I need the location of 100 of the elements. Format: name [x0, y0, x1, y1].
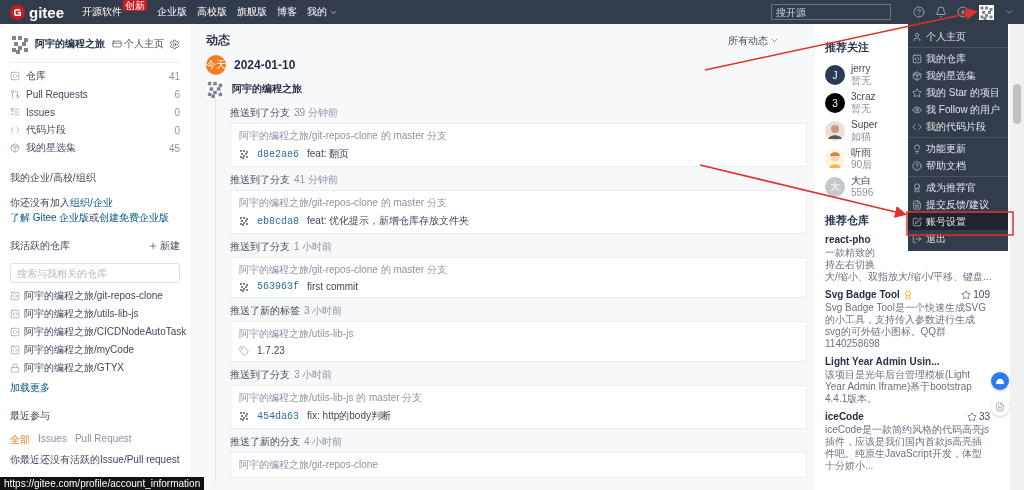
event-action: 推送到了分支 — [230, 241, 290, 252]
section-title: 我的企业/高校/组织 — [10, 171, 96, 185]
day-badge: 今天 — [206, 55, 226, 75]
logo-text[interactable]: gitee — [29, 3, 64, 21]
repo-link[interactable]: react-pho — [825, 234, 871, 245]
org-note: 了解 Gitee 企业版或创建免费企业版 — [10, 211, 171, 225]
repo-line: 阿宇的编程之旅/git-repos-clone — [239, 458, 379, 472]
commit-message: first commit — [307, 281, 359, 292]
menu-item[interactable]: 退出 — [908, 230, 1008, 247]
event-action: 推送了新的分支 — [230, 436, 300, 447]
nav-link[interactable]: 企业版 — [157, 5, 187, 19]
section-title: 推荐关注 — [825, 40, 869, 55]
new-repo-link[interactable]: 新建 — [148, 239, 180, 253]
user-bio: 暂无 — [851, 75, 871, 87]
event-action: 推送到了分支 — [230, 107, 290, 118]
load-more-link[interactable]: 加载更多 — [10, 381, 180, 395]
sidebar-item[interactable]: 我的星选集 45 — [10, 139, 180, 157]
repo-line: 阿宇的编程之旅/git-repos-clone 的 master 分支 — [239, 196, 448, 210]
status-url: https://gitee.com/profile/account_information — [0, 477, 205, 490]
repo-link[interactable]: 阿宇的编程之旅/utils-lib-js — [10, 305, 186, 323]
event-action: 推送到了分支 — [230, 369, 290, 380]
event-action: 推送到了分支 — [230, 174, 290, 185]
repo-line: 阿宇的编程之旅/utils-lib-js 的 master 分支 — [239, 391, 424, 405]
home-link[interactable]: 个人主页 — [112, 37, 164, 51]
empty-note: 你最近还没有活跃的Issue/Pull request — [10, 453, 180, 467]
sidebar-item[interactable]: 仓库 41 — [10, 67, 180, 85]
event-time: 39 分钟前 — [294, 107, 338, 118]
nav-link[interactable]: 博客 — [277, 5, 297, 19]
event-time: 41 分钟前 — [294, 174, 338, 185]
sidebar-item[interactable]: 代码片段 0 — [10, 121, 180, 139]
nav-link[interactable]: 旗舰版 — [237, 5, 267, 19]
commit-hash-link[interactable]: d8e2ae6 — [257, 148, 299, 160]
commit-hash-link[interactable]: 454da63 — [257, 410, 299, 422]
link[interactable]: 组织/ — [70, 197, 93, 208]
menu-item[interactable]: 我的代码片段 — [908, 118, 1008, 135]
org-note: 你还没有加入组织/企业 — [10, 196, 114, 210]
commit-message: fix: http的body判断 — [307, 409, 391, 423]
sidebar-item[interactable]: Pull Requests 6 — [10, 85, 180, 103]
sidebar-item[interactable]: Issues 0 — [10, 103, 180, 121]
avatar-icon: J — [825, 65, 845, 85]
menu-item[interactable]: 功能更新 — [908, 140, 1008, 157]
star-count[interactable]: 109 — [961, 289, 990, 300]
event-time: 4 小时前 — [304, 436, 343, 447]
nav-link[interactable]: 我的 — [307, 5, 338, 19]
menu-item[interactable]: 我的 Star 的项目 — [908, 84, 1008, 101]
event-action: 推送了新的标签 — [230, 305, 300, 316]
repo-description: 大/缩小、双指放大/缩小/平移、键盘... — [825, 271, 992, 283]
repo-link[interactable]: iceCode — [825, 411, 864, 422]
user-bio: 5596 — [851, 187, 874, 199]
nav-link[interactable]: 高校版 — [197, 5, 227, 19]
repo-link[interactable]: Svg Badge Tool — [825, 289, 900, 300]
repo-link[interactable]: 阿宇的编程之旅/git-repos-clone — [10, 287, 186, 305]
menu-item[interactable]: 提交反馈/建议 — [908, 196, 1008, 213]
menu-item[interactable]: 我 Follow 的用户 — [908, 101, 1008, 118]
date-heading: 2024-01-10 — [234, 58, 296, 72]
section-title: 我活跃的仓库 — [10, 239, 70, 253]
repo-link[interactable]: 阿宇的编程之旅/myCode — [10, 341, 186, 359]
menu-item[interactable]: 我的仓库 — [908, 50, 1008, 67]
link[interactable]: 创建免费企业版 — [99, 212, 170, 223]
commit-hash-link[interactable]: 563963f — [257, 281, 299, 292]
filter-dropdown[interactable]: 所有动态 — [728, 33, 779, 48]
user-bio: 暂无 — [851, 103, 871, 115]
repo-description: 该项目是光年后台管理模板(Light Year Admin Iframe)基于bootstrap 4.4.1版本。 — [825, 369, 973, 405]
repo-line: 阿宇的编程之旅/utils-lib-js — [239, 327, 355, 341]
nav-link[interactable]: 开源软件 — [82, 5, 122, 19]
repo-description: Svg Badge Tool是一个快速生成SVG的小工具，支持传入参数进行生成svg的可外链小图标。QQ群1140258698 — [825, 302, 987, 350]
commit-message: feat: 翻页 — [307, 147, 350, 161]
user-name[interactable]: Super — [851, 119, 878, 131]
menu-item[interactable]: 账号设置 — [908, 213, 1008, 230]
event-time: 3 小时前 — [304, 305, 343, 316]
new-badge: 创新 — [123, 0, 147, 11]
page-title: 动态 — [206, 32, 230, 49]
repo-description: 持左右切换 — [825, 259, 875, 271]
menu-item[interactable]: 成为推荐官 — [908, 179, 1008, 196]
user-name[interactable]: 阿宇的编程之旅 — [35, 37, 107, 51]
repo-link[interactable]: Light Year Admin Usin... — [825, 356, 940, 367]
repo-description: iceCode是一款简约风格的代码高亮js插件，应该是我们国内首款js高亮插件吧。纯原生JavaScript开发，体型十分娇小... — [825, 424, 990, 472]
user-name[interactable]: 阿宇的编程之旅 — [232, 82, 302, 96]
star-count[interactable]: 33 — [966, 411, 990, 422]
user-name[interactable]: 听雨 — [851, 147, 871, 159]
commit-hash-link[interactable]: eb8cda8 — [257, 215, 299, 227]
menu-item[interactable]: 个人主页 — [908, 28, 1008, 45]
search-field[interactable]: 搜开源 — [771, 4, 891, 20]
tag-name: 1.7.23 — [257, 345, 285, 356]
repo-description: 一款精致的 — [825, 247, 875, 259]
menu-item[interactable]: 我的星选集 — [908, 67, 1008, 84]
menu-item[interactable]: 帮助文档 — [908, 157, 1008, 174]
repo-link[interactable]: 阿宇的编程之旅/GTYX — [10, 359, 186, 377]
repo-line: 阿宇的编程之旅/git-repos-clone 的 master 分支 — [239, 129, 448, 143]
user-name[interactable]: 大白 — [851, 175, 871, 187]
event-time: 1 小时前 — [294, 241, 333, 252]
user-bio: 如猫 — [851, 131, 871, 143]
section-title: 最近参与 — [10, 409, 50, 423]
link[interactable]: 了解 Gitee 企业版 — [10, 212, 90, 223]
event-time: 3 小时前 — [294, 369, 333, 380]
link[interactable]: 企业 — [92, 197, 113, 208]
repo-line: 阿宇的编程之旅/git-repos-clone 的 master 分支 — [239, 263, 448, 277]
user-name[interactable]: jerry — [851, 63, 871, 75]
user-name[interactable]: 3craz — [851, 91, 876, 103]
repo-link[interactable]: 阿宇的编程之旅/CICDNodeAutoTask — [10, 323, 186, 341]
